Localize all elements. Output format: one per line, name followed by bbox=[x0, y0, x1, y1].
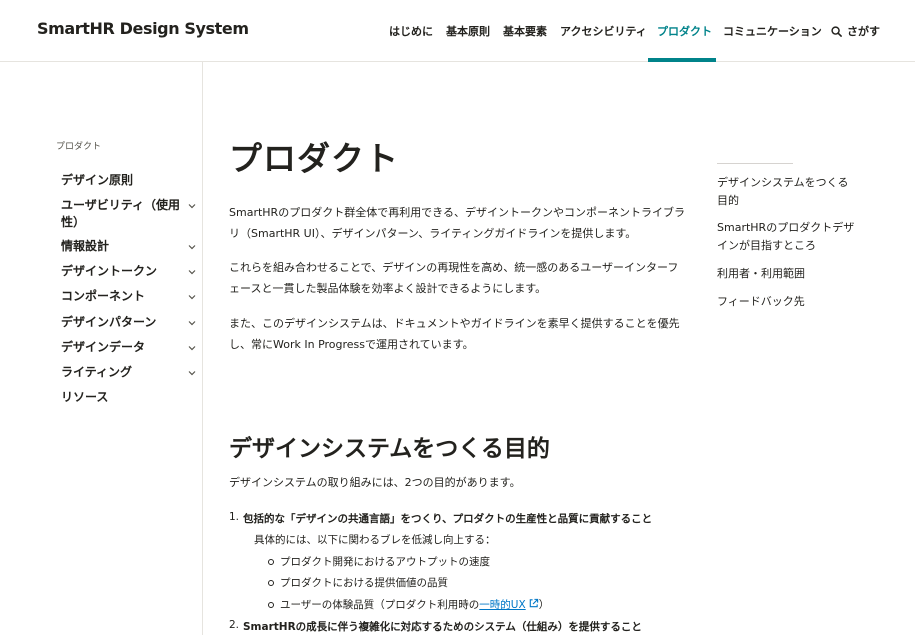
page-title: プロダクト bbox=[229, 139, 399, 178]
sidebar-item-label: ユーザビリティ（使用性） bbox=[61, 198, 181, 229]
toc-item-design-goals[interactable]: SmartHRのプロダクトデザインが目指すところ bbox=[717, 219, 855, 255]
sidebar-item-label: デザイントークン bbox=[61, 264, 158, 278]
intro-paragraph: SmartHRのプロダクト群全体で再利用できる、デザイントークンやコンポーネント… bbox=[229, 206, 685, 240]
sidebar-item-label: デザインパターン bbox=[61, 315, 157, 329]
sidebar-item-resources[interactable]: リソース bbox=[61, 389, 201, 406]
nav-item-basic-elements[interactable]: 基本要素 bbox=[503, 23, 547, 39]
link-label: 一時的UX bbox=[479, 599, 526, 611]
list-item: ユーザーの体験品質（プロダクト利用時の一時的UX ） bbox=[267, 597, 550, 612]
goal-number: 1. bbox=[229, 511, 240, 523]
goal-number: 2. bbox=[229, 619, 240, 631]
sidebar-item-design-data[interactable]: デザインデータ bbox=[61, 339, 201, 356]
sidebar-item-label: コンポーネント bbox=[61, 289, 146, 303]
list-item-text: ユーザーの体験品質（プロダクト利用時の bbox=[280, 599, 480, 611]
list-item: プロダクトにおける提供価値の品質 bbox=[268, 577, 448, 589]
intro-paragraph: また、このデザインシステムは、ドキュメントやガイドラインを素早く提供することを優… bbox=[229, 317, 680, 351]
nav-item-communication[interactable]: コミュニケーション bbox=[723, 23, 822, 39]
sidebar-item-label: ライティング bbox=[61, 365, 133, 379]
chevron-down-icon[interactable] bbox=[187, 368, 197, 378]
intro-paragraph: これらを組み合わせることで、デザインの再現性を高め、統一感のあるユーザーインター… bbox=[229, 261, 679, 295]
temporary-ux-link[interactable]: 一時的UX bbox=[479, 598, 538, 611]
sidebar-item-components[interactable]: コンポーネント bbox=[61, 288, 201, 305]
chevron-down-icon[interactable] bbox=[187, 267, 197, 277]
goal-item: 2. SmartHRの成長に伴う複雑化に対応するためのシステム（仕組み）を提供す… bbox=[229, 619, 642, 634]
toc-item-purpose[interactable]: デザインシステムをつくる目的 bbox=[717, 174, 855, 210]
sidebar-item-design-tokens[interactable]: デザイントークン bbox=[61, 263, 201, 280]
list-item-text: ） bbox=[538, 599, 550, 611]
chevron-down-icon[interactable] bbox=[187, 343, 197, 353]
sidebar-item-information-architecture[interactable]: 情報設計 bbox=[61, 238, 201, 255]
sidebar-item-design-principles[interactable]: デザイン原則 bbox=[61, 172, 201, 189]
toc-item-feedback[interactable]: フィードバック先 bbox=[717, 293, 855, 311]
search-label: さがす bbox=[847, 25, 880, 38]
sidebar: プロダクト デザイン原則 ユーザビリティ（使用性） 情報設計 デザイントークン … bbox=[0, 62, 203, 635]
sidebar-section-label: プロダクト bbox=[56, 142, 102, 152]
nav-item-accessibility[interactable]: アクセシビリティ bbox=[560, 23, 647, 39]
external-link-icon bbox=[529, 598, 538, 608]
chevron-down-icon[interactable] bbox=[187, 201, 197, 211]
goal-title: SmartHRの成長に伴う複雑化に対応するためのシステム（仕組み）を提供すること bbox=[243, 621, 642, 633]
site-header: SmartHR Design System はじめに 基本原則 基本要素 アクセ… bbox=[0, 0, 915, 62]
sidebar-item-label: デザインデータ bbox=[61, 340, 146, 354]
goal-title: 包括的な「デザインの共通言語」をつくり、プロダクトの生産性と品質に貢献すること bbox=[243, 513, 653, 525]
sidebar-item-label: デザイン原則 bbox=[61, 173, 134, 187]
sidebar-item-usability[interactable]: ユーザビリティ（使用性） bbox=[61, 197, 201, 231]
toc-divider bbox=[717, 163, 793, 164]
list-item: プロダクト開発におけるアウトプットの速度 bbox=[268, 556, 490, 568]
toc-item-users-scope[interactable]: 利用者・利用範囲 bbox=[717, 265, 855, 283]
goal-detail: 具体的には、以下に関わるブレを低減し向上する： bbox=[254, 534, 496, 546]
nav-item-basic-principles[interactable]: 基本原則 bbox=[446, 23, 490, 39]
sidebar-item-design-patterns[interactable]: デザインパターン bbox=[61, 314, 201, 331]
nav-item-introduction[interactable]: はじめに bbox=[389, 23, 433, 39]
site-logo[interactable]: SmartHR Design System bbox=[37, 19, 249, 38]
nav-item-product[interactable]: プロダクト bbox=[657, 23, 712, 39]
chevron-down-icon[interactable] bbox=[187, 292, 197, 302]
sidebar-item-writing[interactable]: ライティング bbox=[61, 364, 201, 381]
chevron-down-icon[interactable] bbox=[187, 242, 197, 252]
sidebar-item-label: 情報設計 bbox=[61, 239, 110, 253]
chevron-down-icon[interactable] bbox=[187, 318, 197, 328]
search-icon bbox=[831, 25, 842, 37]
section-heading: デザインシステムをつくる目的 bbox=[229, 436, 550, 462]
goal-item: 1. 包括的な「デザインの共通言語」をつくり、プロダクトの生産性と品質に貢献する… bbox=[229, 511, 653, 526]
search-button[interactable]: さがす bbox=[831, 23, 880, 39]
section-lead: デザインシステムの取り組みには、2つの目的があります。 bbox=[229, 476, 521, 489]
nav-active-indicator bbox=[648, 58, 716, 62]
sidebar-item-label: リソース bbox=[61, 390, 109, 404]
